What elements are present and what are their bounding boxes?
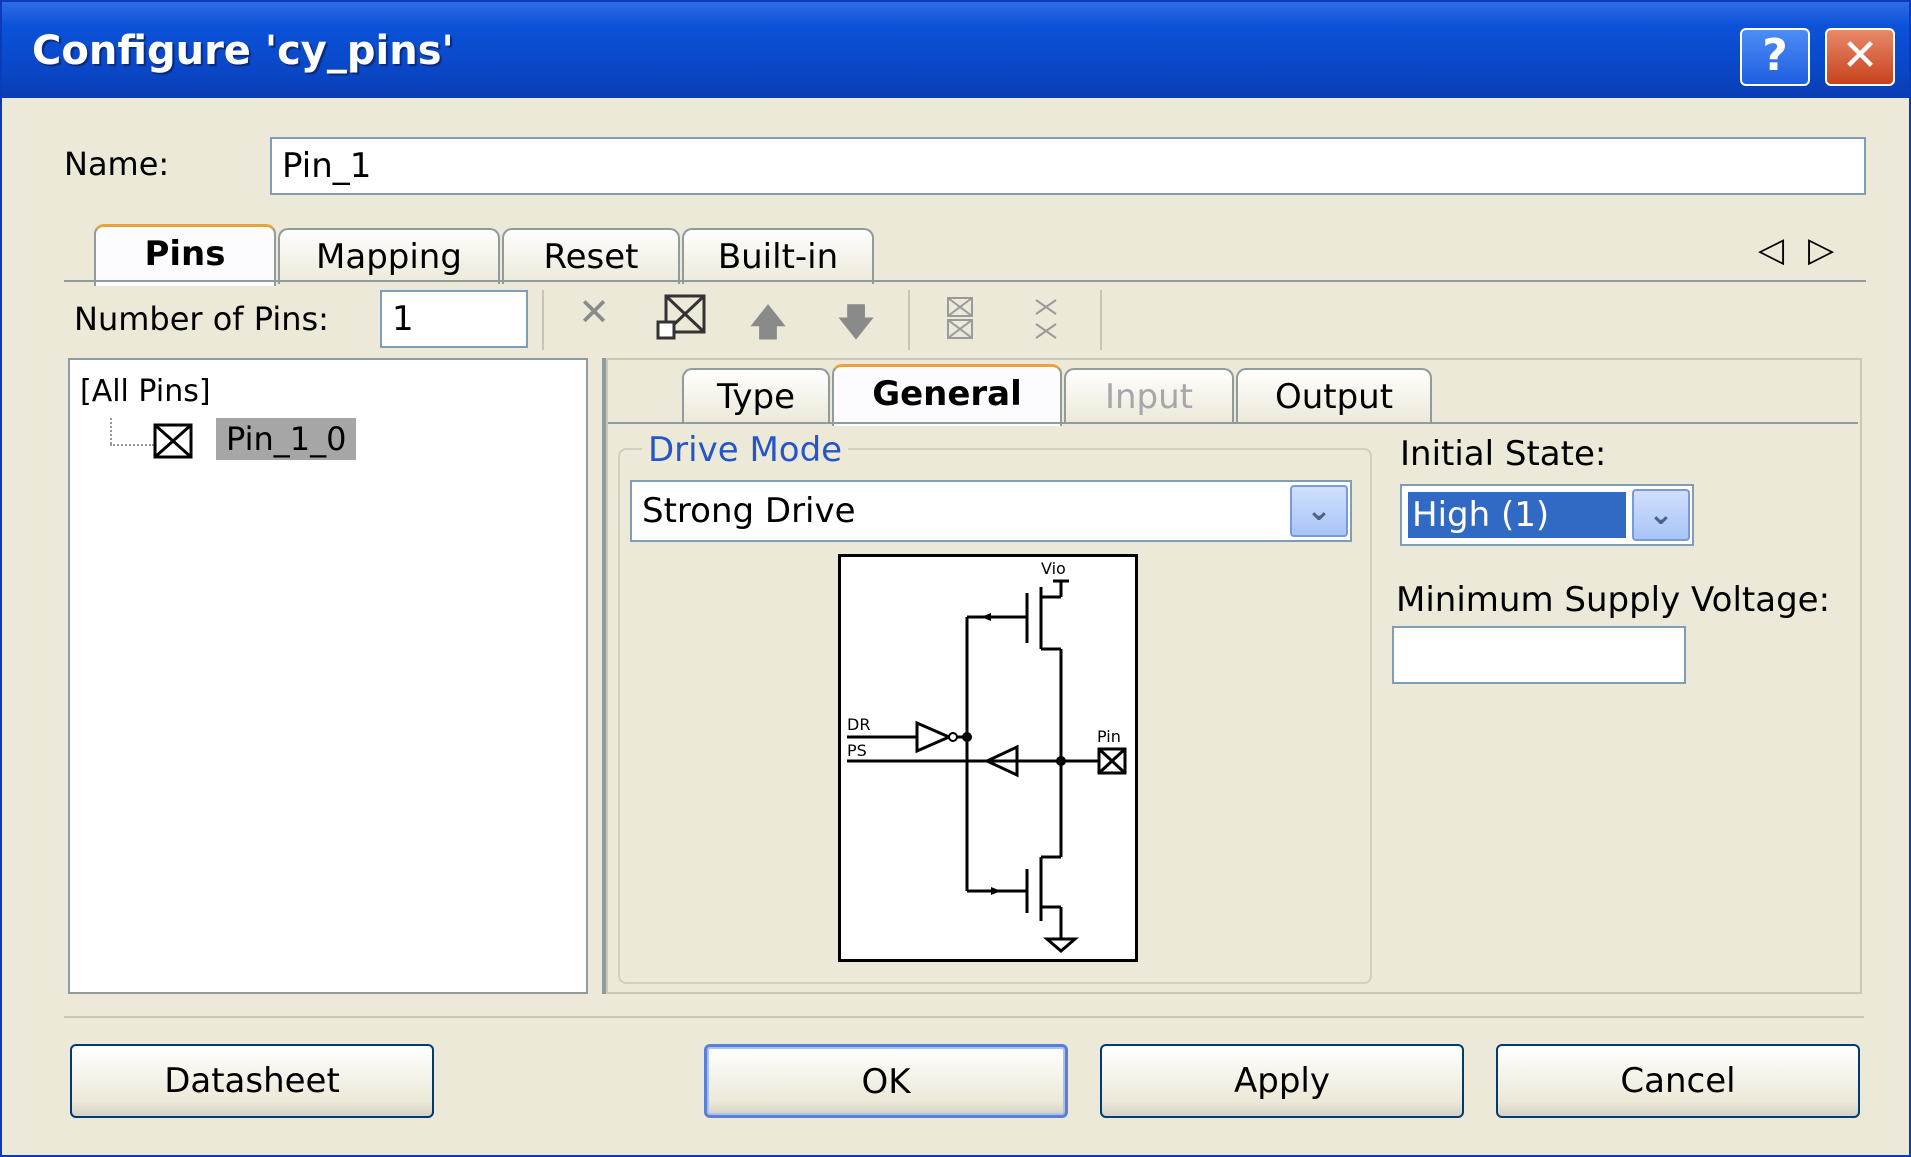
tree-line [110,444,154,446]
tab-strip-line [64,280,1866,282]
drive-mode-label: Drive Mode [642,430,849,470]
tab-pins[interactable]: Pins [94,224,276,286]
initial-state-label: Initial State: [1400,434,1607,474]
datasheet-button[interactable]: Datasheet [70,1044,434,1118]
join-pins-icon[interactable] [1030,296,1064,346]
diagram-label-vio: Vio [1041,559,1066,578]
toolbar-separator [542,290,544,350]
pin-select-icon[interactable] [654,292,710,346]
apply-button[interactable]: Apply [1100,1044,1464,1118]
close-button[interactable]: ✕ [1825,28,1895,86]
tab-built-in[interactable]: Built-in [682,228,874,284]
diagram-label-ps: PS [847,741,867,760]
min-supply-voltage-label: Minimum Supply Voltage: [1396,580,1831,620]
split-pins-icon[interactable] [944,296,978,346]
tab-input[interactable]: Input [1064,368,1234,424]
initial-state-dropdown-icon[interactable]: ⌄ [1632,489,1690,541]
tree-root-all-pins[interactable]: [All Pins] [80,374,211,409]
configure-dialog: Configure 'cy_pins' ? ✕ Name: Pin_1 Pins… [0,0,1911,1157]
number-of-pins-input[interactable]: 1 [380,290,528,348]
cancel-button[interactable]: Cancel [1496,1044,1860,1118]
window-title: Configure 'cy_pins' [32,28,454,74]
name-input[interactable]: Pin_1 [270,137,1866,195]
diagram-label-pin: Pin [1097,727,1121,746]
min-supply-voltage-input[interactable] [1392,626,1686,684]
help-button[interactable]: ? [1740,28,1810,86]
pin-tree[interactable]: [All Pins] Pin_1_0 [68,358,588,994]
initial-state-value: High (1) [1408,492,1626,538]
tree-line [110,418,114,444]
move-down-icon[interactable]: 🡇 [826,294,886,359]
tab-reset[interactable]: Reset [502,228,680,284]
title-bar[interactable]: Configure 'cy_pins' ? ✕ [2,2,1909,98]
drive-mode-dropdown-icon[interactable]: ⌄ [1290,485,1348,537]
name-label: Name: [64,145,170,183]
drive-mode-select[interactable]: Strong Drive [630,480,1352,542]
diagram-label-dr: DR [847,715,871,734]
tab-scroll-right-icon[interactable]: ▷ [1808,230,1834,270]
tab-output[interactable]: Output [1236,368,1432,424]
tab-scroll-left-icon[interactable]: ◁ [1758,230,1784,270]
tree-item-pin-1-0[interactable]: Pin_1_0 [216,418,357,460]
drive-mode-diagram: Vio DR PS Pin [838,554,1138,962]
toolbar-separator [1100,290,1102,350]
toolbar-separator [908,290,910,350]
sub-tab-strip-line [608,422,1858,424]
pin-icon [152,422,194,464]
footer-separator [64,1016,1864,1018]
ok-button[interactable]: OK [704,1044,1068,1118]
tab-mapping[interactable]: Mapping [278,228,500,284]
tab-type[interactable]: Type [682,368,830,424]
tab-general[interactable]: General [832,364,1062,426]
move-up-icon[interactable]: 🡅 [738,294,798,359]
number-of-pins-label: Number of Pins: [74,300,329,338]
delete-icon[interactable]: ✕ [564,290,624,334]
